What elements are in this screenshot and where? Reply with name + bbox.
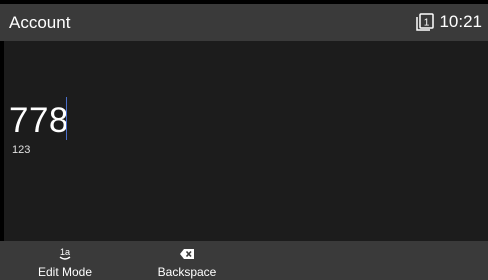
line-number: 1: [424, 18, 430, 29]
backspace-icon: [180, 249, 194, 259]
input-mode-indicator: 123: [12, 144, 31, 156]
account-input-field[interactable]: 778: [9, 101, 69, 141]
backspace-softkey[interactable]: Backspace: [137, 241, 237, 280]
text-cursor: [66, 97, 67, 140]
content-area: 778 123: [4, 41, 488, 241]
svg-text:1a: 1a: [60, 247, 70, 257]
edit-mode-softkey[interactable]: 1a Edit Mode: [15, 241, 115, 280]
edit-mode-label: Edit Mode: [37, 265, 93, 279]
title-bar: Account 1 10:21: [0, 4, 488, 41]
page-title: Account: [9, 13, 71, 32]
input-mode-icon: 1a: [59, 247, 71, 260]
status-area: 1 10:21: [415, 12, 482, 32]
clock: 10:21: [439, 12, 482, 31]
softkey-bar: 1a Edit Mode Backspace: [0, 241, 488, 280]
backspace-label: Backspace: [157, 265, 217, 279]
phone-screen: Account 1 10:21 778 123 1a Edit Mode Bac…: [0, 0, 488, 280]
line-key-icon: 1: [416, 13, 435, 31]
